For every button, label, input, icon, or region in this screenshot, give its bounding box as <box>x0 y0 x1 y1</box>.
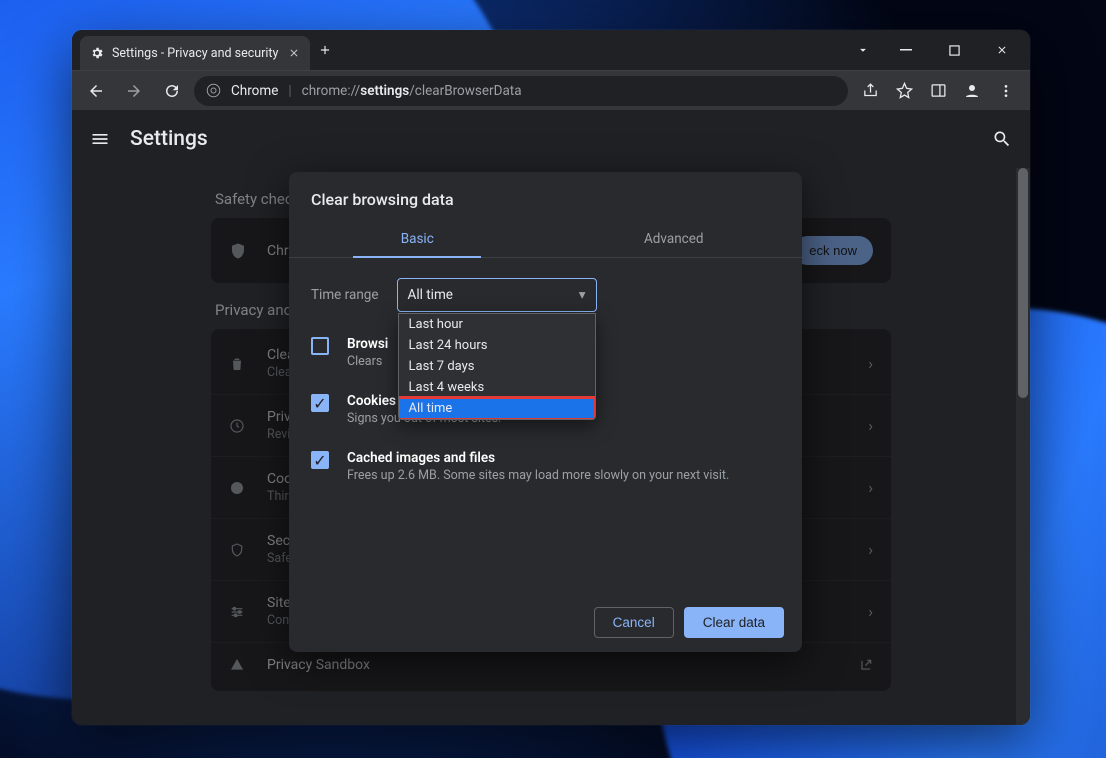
option-all-time[interactable]: All time <box>399 398 595 419</box>
chevron-right-icon: › <box>868 540 873 559</box>
minimize-button[interactable] <box>884 34 928 66</box>
sliders-icon <box>229 604 251 620</box>
time-range-select[interactable]: All time ▾ Last hour Last 24 hours Last … <box>397 278 597 312</box>
address-bar[interactable]: Chrome | chrome://settings/clearBrowserD… <box>194 76 848 106</box>
url-path: /clearBrowserData <box>409 83 521 99</box>
share-icon[interactable] <box>854 75 886 107</box>
external-link-icon <box>859 658 873 672</box>
tab-search-icon[interactable] <box>846 34 880 66</box>
url-host: Chrome <box>231 83 278 99</box>
option-last-7-days[interactable]: Last 7 days <box>399 356 595 377</box>
title-bar: Settings - Privacy and security <box>72 30 1030 70</box>
tab-advanced[interactable]: Advanced <box>546 221 803 257</box>
chevron-down-icon: ▾ <box>579 287 586 303</box>
dialog-tabs: Basic Advanced <box>289 221 802 258</box>
tab-basic[interactable]: Basic <box>289 221 546 257</box>
browsing-history-checkbox[interactable] <box>311 337 329 355</box>
shield-icon <box>229 242 251 260</box>
option-last-hour[interactable]: Last hour <box>399 314 595 335</box>
browser-toolbar: Chrome | chrome://settings/clearBrowserD… <box>72 70 1030 110</box>
close-window-button[interactable] <box>980 34 1024 66</box>
time-range-dropdown: Last hour Last 24 hours Last 7 days Last… <box>398 313 596 420</box>
chrome-logo-icon <box>206 83 221 98</box>
check-now-button[interactable]: eck now <box>793 236 873 265</box>
profile-icon[interactable] <box>956 75 988 107</box>
sandbox-icon <box>229 657 251 673</box>
reload-button[interactable] <box>156 75 188 107</box>
option-last-24-hours[interactable]: Last 24 hours <box>399 335 595 356</box>
time-range-label: Time range <box>311 287 379 303</box>
bookmark-icon[interactable] <box>888 75 920 107</box>
chrome-window: Settings - Privacy and security Chrome |… <box>72 30 1030 725</box>
settings-content: Settings Safety check Chro eck now Priva… <box>72 110 1030 725</box>
compass-icon <box>229 418 251 434</box>
url-origin: settings <box>360 83 409 99</box>
gear-icon <box>90 46 104 60</box>
cancel-button[interactable]: Cancel <box>594 607 674 638</box>
back-button[interactable] <box>80 75 112 107</box>
url-scheme: chrome:// <box>302 83 361 99</box>
cached-files-check: ✓ Cached images and files Frees up 2.6 M… <box>311 450 780 483</box>
dialog-title: Clear browsing data <box>289 172 802 221</box>
cookies-checkbox[interactable]: ✓ <box>311 394 329 412</box>
maximize-button[interactable] <box>932 34 976 66</box>
scrollbar[interactable] <box>1016 168 1030 725</box>
cached-files-checkbox[interactable]: ✓ <box>311 451 329 469</box>
security-icon <box>229 542 251 558</box>
forward-button[interactable] <box>118 75 150 107</box>
option-last-4-weeks[interactable]: Last 4 weeks <box>399 377 595 398</box>
side-panel-icon[interactable] <box>922 75 954 107</box>
chevron-right-icon: › <box>868 602 873 621</box>
search-icon[interactable] <box>992 129 1012 149</box>
settings-title: Settings <box>130 127 208 151</box>
menu-icon[interactable] <box>90 129 110 149</box>
close-tab-icon[interactable] <box>288 47 300 59</box>
chevron-right-icon: › <box>868 354 873 373</box>
browser-tab[interactable]: Settings - Privacy and security <box>80 36 310 70</box>
clear-browsing-data-dialog: Clear browsing data Basic Advanced Time … <box>289 172 802 652</box>
kebab-menu-icon[interactable] <box>990 75 1022 107</box>
settings-header: Settings <box>72 110 1030 168</box>
window-controls <box>846 30 1030 70</box>
new-tab-button[interactable] <box>310 30 340 70</box>
clear-data-button[interactable]: Clear data <box>684 607 784 638</box>
chevron-right-icon: › <box>868 478 873 497</box>
tab-title: Settings - Privacy and security <box>112 46 278 61</box>
cookie-icon <box>229 480 251 496</box>
trash-icon <box>229 356 251 372</box>
time-range-value: All time <box>408 287 453 303</box>
chevron-right-icon: › <box>868 416 873 435</box>
